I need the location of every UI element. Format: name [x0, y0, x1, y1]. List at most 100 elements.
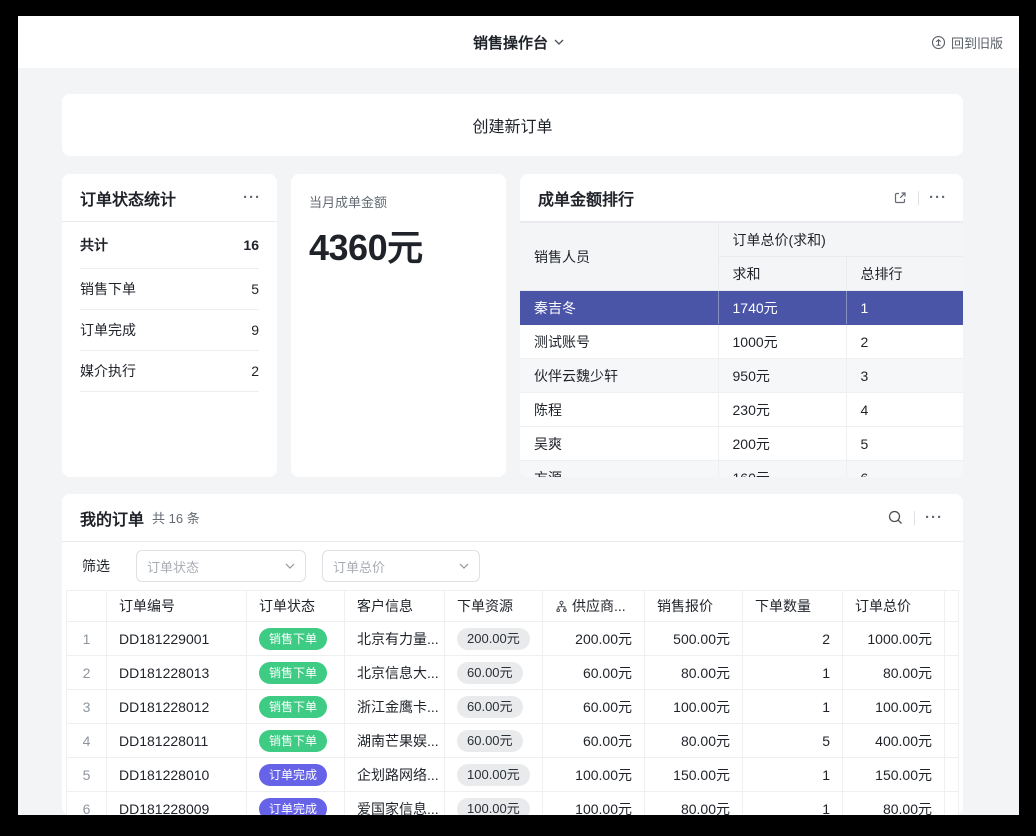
salesperson-name: 陈程: [520, 393, 718, 427]
col-order-id[interactable]: 订单编号: [107, 591, 247, 622]
order-quantity: 1: [743, 792, 843, 816]
workspace-switcher[interactable]: 销售操作台: [473, 32, 564, 53]
customer-info: 企划路网络...: [345, 758, 445, 792]
ranking-row[interactable]: 伙伴云魏少轩 950元 3: [520, 359, 963, 393]
search-icon[interactable]: [887, 509, 904, 526]
ranking-col-total: 订单总价(求和): [718, 223, 963, 257]
ranking-col-person: 销售人员: [520, 223, 718, 291]
rank-value: 1: [846, 291, 963, 325]
col-quantity[interactable]: 下单数量: [743, 591, 843, 622]
back-to-old-version-button[interactable]: 回到旧版: [931, 16, 1003, 68]
order-row[interactable]: 1 DD181229001 销售下单 北京有力量... 200.00元 200.…: [67, 622, 959, 656]
salesperson-name: 伙伴云魏少轩: [520, 359, 718, 393]
col-customer[interactable]: 客户信息: [345, 591, 445, 622]
customer-info: 浙江金鹰卡...: [345, 690, 445, 724]
order-row[interactable]: 3 DD181228012 销售下单 浙江金鹰卡... 60.00元 60.00…: [67, 690, 959, 724]
order-total: 80.00元: [843, 792, 945, 816]
export-icon[interactable]: [892, 190, 908, 206]
order-id: DD181228013: [107, 656, 247, 690]
order-id: DD181229001: [107, 622, 247, 656]
order-row[interactable]: 2 DD181228013 销售下单 北京信息大... 60.00元 60.00…: [67, 656, 959, 690]
order-row[interactable]: 5 DD181228010 订单完成 企划路网络... 100.00元 100.…: [67, 758, 959, 792]
order-quantity: 1: [743, 690, 843, 724]
status-badge: 订单完成: [259, 764, 327, 786]
more-icon[interactable]: ···: [243, 190, 261, 205]
resource-pill: 100.00元: [457, 798, 530, 816]
status-label: 订单完成: [80, 320, 136, 340]
chevron-down-icon: [554, 39, 564, 45]
sum-value: 230元: [718, 393, 846, 427]
supplier-price: 60.00元: [543, 656, 645, 690]
order-quantity: 2: [743, 622, 843, 656]
more-icon[interactable]: ···: [925, 510, 943, 525]
ranking-row-highlighted[interactable]: 秦吉冬 1740元 1: [520, 291, 963, 325]
ranking-row[interactable]: 测试账号 1000元 2: [520, 325, 963, 359]
more-icon[interactable]: ···: [929, 190, 947, 205]
status-badge: 销售下单: [259, 628, 327, 650]
row-number: 5: [67, 758, 107, 792]
my-orders-count: 共 16 条: [152, 508, 200, 527]
order-total: 150.00元: [843, 758, 945, 792]
ranking-row[interactable]: 方源 160元 6: [520, 461, 963, 478]
resource-pill: 60.00元: [457, 730, 523, 752]
supplier-price: 100.00元: [543, 792, 645, 816]
order-status-filter-dropdown[interactable]: 订单状态: [136, 550, 306, 582]
order-row[interactable]: 4 DD181228011 销售下单 湖南芒果娱... 60.00元 60.00…: [67, 724, 959, 758]
resource-pill: 60.00元: [457, 662, 523, 684]
status-value: 16: [243, 237, 259, 253]
order-total: 400.00元: [843, 724, 945, 758]
status-label: 共计: [80, 235, 108, 255]
col-supplier[interactable]: 供应商...: [543, 591, 645, 622]
sales-quote: 80.00元: [645, 792, 743, 816]
customer-info: 湖南芒果娱...: [345, 724, 445, 758]
filter-label: 筛选: [82, 556, 110, 576]
ranking-row[interactable]: 吴爽 200元 5: [520, 427, 963, 461]
back-to-old-version-label: 回到旧版: [951, 33, 1003, 52]
status-value: 2: [251, 363, 259, 379]
order-quantity: 1: [743, 758, 843, 792]
order-quantity: 1: [743, 656, 843, 690]
ranking-card-title: 成单金额排行: [538, 186, 634, 210]
sum-value: 200元: [718, 427, 846, 461]
salesperson-name: 秦吉冬: [520, 291, 718, 325]
order-row[interactable]: 6 DD181228009 订单完成 爱国家信息... 100.00元 100.…: [67, 792, 959, 816]
order-status-card: 订单状态统计 ··· 共计 16 销售下单 5 订单完成 9: [62, 174, 277, 477]
rank-value: 3: [846, 359, 963, 393]
order-id: DD181228012: [107, 690, 247, 724]
supplier-price: 100.00元: [543, 758, 645, 792]
col-resource[interactable]: 下单资源: [445, 591, 543, 622]
monthly-amount-label: 当月成单金额: [309, 192, 488, 211]
sales-quote: 500.00元: [645, 622, 743, 656]
salesperson-name: 测试账号: [520, 325, 718, 359]
ranking-table: 销售人员 订单总价(求和) 求和 总排行 秦吉冬 1740元 1: [520, 222, 963, 477]
rank-value: 4: [846, 393, 963, 427]
rank-value: 2: [846, 325, 963, 359]
rank-value: 5: [846, 427, 963, 461]
order-total: 80.00元: [843, 656, 945, 690]
status-value: 9: [251, 322, 259, 338]
filter-row: 筛选 订单状态 订单总价: [62, 542, 963, 590]
supplier-price: 60.00元: [543, 724, 645, 758]
ranking-row[interactable]: 陈程 230元 4: [520, 393, 963, 427]
order-status-filter-placeholder: 订单状态: [147, 557, 199, 576]
orders-header-row: 订单编号 订单状态 客户信息 下单资源: [67, 591, 959, 622]
resource-pill: 60.00元: [457, 696, 523, 718]
link-hierarchy-icon: [555, 600, 568, 613]
col-quote[interactable]: 销售报价: [645, 591, 743, 622]
col-order-status[interactable]: 订单状态: [247, 591, 345, 622]
status-value: 5: [251, 281, 259, 297]
my-orders-card: 我的订单 共 16 条 ··· 筛选 订单状态: [62, 494, 963, 815]
create-order-button[interactable]: 创建新订单: [62, 94, 963, 156]
monthly-amount-card: 当月成单金额 4360元: [291, 174, 506, 477]
my-orders-title: 我的订单: [80, 506, 144, 530]
col-total[interactable]: 订单总价: [843, 591, 945, 622]
dashboard-cards-row: 订单状态统计 ··· 共计 16 销售下单 5 订单完成 9: [62, 174, 963, 477]
order-id: DD181228011: [107, 724, 247, 758]
order-total-filter-dropdown[interactable]: 订单总价: [322, 550, 480, 582]
app-window: 销售操作台 回到旧版 创建新订单 订单状态统计: [18, 16, 1019, 815]
status-row: 销售下单 5: [80, 269, 259, 310]
divider: [914, 511, 915, 525]
supplier-price: 60.00元: [543, 690, 645, 724]
order-total: 1000.00元: [843, 622, 945, 656]
sales-quote: 80.00元: [645, 724, 743, 758]
